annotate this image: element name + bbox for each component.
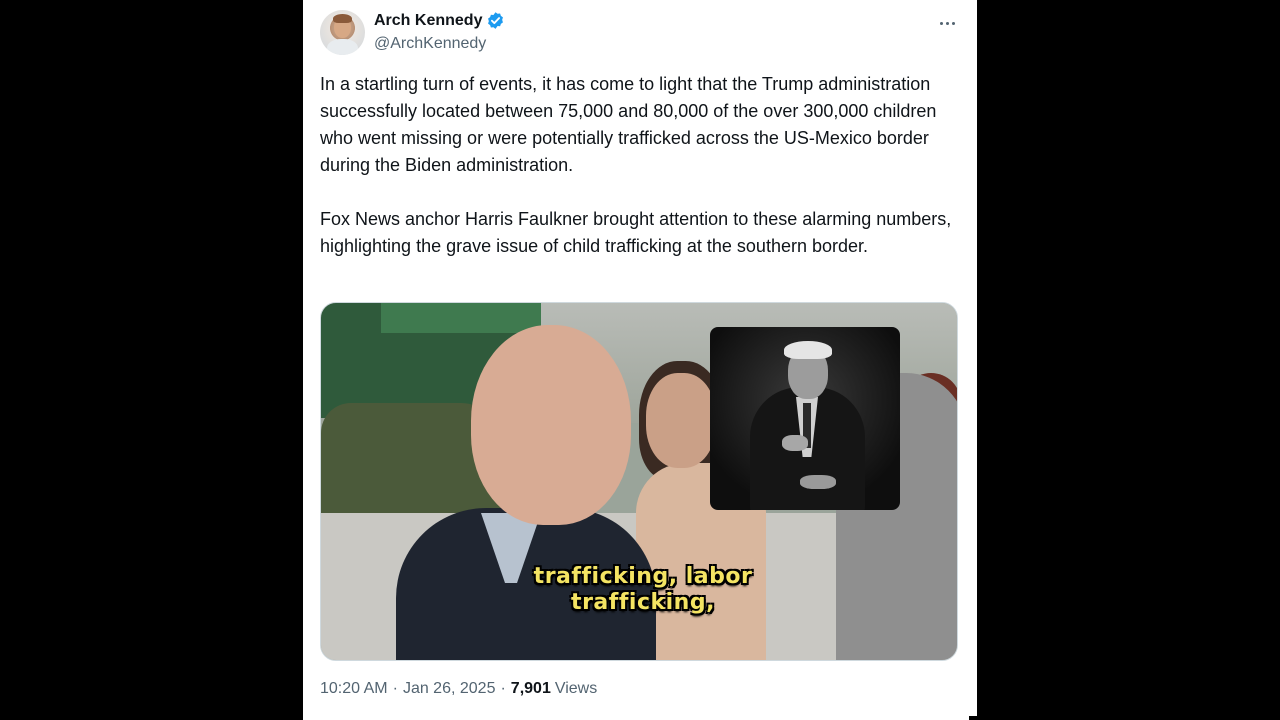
- author-handle[interactable]: @ArchKennedy: [374, 35, 486, 53]
- tweet-text: In a startling turn of events, it has co…: [320, 71, 960, 260]
- tweet-header: Arch Kennedy @ArchKennedy: [320, 9, 960, 57]
- meta-separator: ·: [500, 680, 506, 697]
- meta-separator: ·: [392, 680, 398, 697]
- tweet-paragraph: Fox News anchor Harris Faulkner brought …: [320, 209, 952, 256]
- tweet-video[interactable]: trafficking, labor trafficking,: [320, 302, 958, 661]
- tweet-time[interactable]: 10:20 AM: [320, 680, 388, 698]
- tweet-paragraph: In a startling turn of events, it has co…: [320, 74, 937, 175]
- tweet-card: Arch Kennedy @ArchKennedy In a startling…: [303, 0, 977, 720]
- caption-line: trafficking, labor: [533, 564, 753, 589]
- avatar[interactable]: [320, 10, 365, 55]
- views-label[interactable]: Views: [555, 680, 597, 698]
- screen: Arch Kennedy @ArchKennedy In a startling…: [0, 0, 1280, 720]
- author-display-name[interactable]: Arch Kennedy: [374, 12, 482, 30]
- video-caption: trafficking, labor trafficking,: [321, 564, 957, 616]
- caption-line: trafficking,: [571, 590, 715, 615]
- author-name-row: Arch Kennedy: [374, 11, 505, 30]
- inset-portrait: [710, 327, 900, 510]
- more-options-icon[interactable]: [937, 13, 957, 33]
- tweet-date[interactable]: Jan 26, 2025: [403, 680, 496, 698]
- corner-mark: [969, 716, 977, 720]
- tweet-meta: 10:20 AM · Jan 26, 2025 · 7,901 Views: [320, 680, 597, 698]
- verified-badge-icon: [486, 11, 505, 30]
- views-count[interactable]: 7,901: [511, 680, 551, 698]
